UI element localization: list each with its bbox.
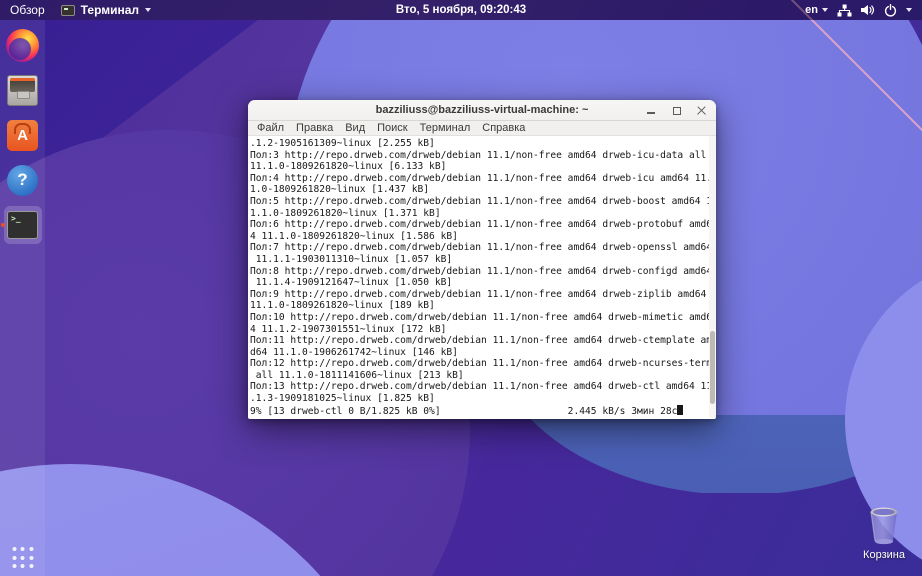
terminal-line: Пол:13 http://repo.drweb.com/drweb/debia… [250,381,713,393]
top-bar: Обзор Терминал Вто, 5 ноября, 09:20:43 e… [0,0,922,20]
volume-icon [861,5,875,15]
menu-edit[interactable]: Правка [296,122,333,134]
menu-file[interactable]: Файл [257,122,284,134]
window-title: bazziliuss@bazziliuss-virtual-machine: ~ [375,104,589,116]
menu-help[interactable]: Справка [482,122,525,134]
chevron-down-icon [822,8,828,12]
focused-app-label: Терминал [80,3,140,17]
terminal-line: 11.1.0-1809261820~linux [6.133 kB] [250,161,447,173]
dock-item-files[interactable] [4,71,42,109]
activities-button[interactable]: Обзор [10,3,45,17]
menu-search[interactable]: Поиск [377,122,407,134]
terminal-line: d64 11.1.0-1906261742~linux [146 kB] [250,346,458,358]
focused-app-menu[interactable]: Терминал [60,3,152,17]
trash-shortcut[interactable]: Корзина [852,505,916,561]
terminal-line: Пол:8 http://repo.drweb.com/drweb/debian… [250,265,713,277]
help-icon: ? [7,164,38,196]
show-applications-button[interactable] [12,547,33,568]
minimize-icon[interactable] [647,106,656,115]
terminal-line: Пол:9 http://repo.drweb.com/drweb/debian… [250,288,707,300]
ubuntu-software-icon: A [7,119,38,151]
terminal-line: 11.1.0-1809261820~linux [189 kB] [250,300,435,312]
terminal-icon [7,211,38,239]
terminal-scrollbar[interactable] [709,136,716,418]
terminal-line: .1.3-1909181025~linux [1.825 kB] [250,393,435,405]
terminal-cursor [677,404,684,415]
firefox-icon [6,28,39,62]
scrollbar-thumb[interactable] [710,330,715,404]
terminal-line: Пол:12 http://repo.drweb.com/drweb/debia… [250,358,713,370]
files-icon [7,74,38,106]
terminal-line: .1.2-1905161309~linux [2.255 kB] [250,138,435,149]
trash-label: Корзина [863,549,905,561]
terminal-line: Пол:3 http://repo.drweb.com/drweb/debian… [250,149,707,161]
close-icon[interactable] [697,106,706,115]
dock: A ? [0,20,45,576]
terminal-line: Пол:5 http://repo.drweb.com/drweb/debian… [250,195,713,207]
maximize-icon[interactable] [672,106,681,115]
trash-icon [870,507,898,545]
window-titlebar[interactable]: bazziliuss@bazziliuss-virtual-machine: ~ [248,100,716,121]
dock-item-terminal[interactable] [0,206,42,244]
dock-item-help[interactable]: ? [4,161,42,199]
terminal-status-line: 9% [13 drweb-ctl 0 B/1.825 kB 0%] 2.445 … [250,404,716,418]
terminal-line: 4 11.1.0-1809261820~linux [1.586 kB] [250,230,458,242]
menu-terminal[interactable]: Терминал [420,122,471,134]
terminal-line: all 11.1.0-1811141606~linux [213 kB] [250,369,464,381]
chevron-down-icon [906,8,912,12]
system-status-area[interactable]: en [805,3,922,17]
terminal-line: Пол:7 http://repo.drweb.com/drweb/debian… [250,242,713,254]
terminal-screen[interactable]: .1.2-1905161309~linux [2.255 kB] Пол:3 ht… [248,136,716,418]
menu-view[interactable]: Вид [345,122,365,134]
network-icon [837,4,852,16]
dock-item-firefox[interactable] [4,26,42,64]
terminal-line: Пол:11 http://repo.drweb.com/drweb/debia… [250,335,713,347]
desktop: Обзор Терминал Вто, 5 ноября, 09:20:43 e… [0,0,922,576]
terminal-line: 11.1.1-1903011310~linux [1.057 kB] [250,253,453,265]
terminal-line: Пол:10 http://repo.drweb.com/drweb/debia… [250,311,713,323]
terminal-line: 1.1.0-1809261820~linux [1.371 kB] [250,207,441,219]
terminal-line: Пол:4 http://repo.drweb.com/drweb/debian… [250,172,713,184]
terminal-line: 4 11.1.2-1907301551~linux [172 kB] [250,323,447,335]
terminal-window: bazziliuss@bazziliuss-virtual-machine: ~… [248,100,716,419]
terminal-line: Пол:6 http://repo.drweb.com/drweb/debian… [250,219,713,231]
keyboard-layout-indicator[interactable]: en [805,4,828,16]
menu-bar: Файл Правка Вид Поиск Терминал Справка [248,121,716,136]
terminal-line: 11.1.4-1909121647~linux [1.050 kB] [250,277,453,289]
power-icon [884,3,897,17]
terminal-output: .1.2-1905161309~linux [2.255 kB] Пол:3 ht… [250,138,716,405]
dock-item-ubuntu-software[interactable]: A [4,116,42,154]
terminal-mini-icon [60,4,75,16]
terminal-line: 1.0-1809261820~linux [1.437 kB] [250,184,430,196]
chevron-down-icon [145,8,152,12]
